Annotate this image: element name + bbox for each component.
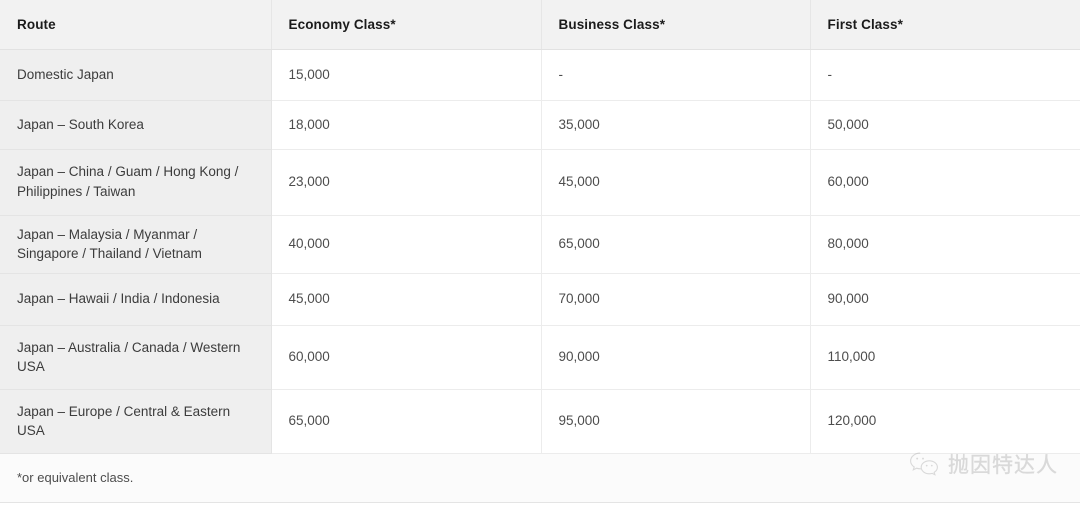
first-class-cell: - <box>810 49 1080 101</box>
route-cell: Japan – Australia / Canada / Western USA <box>0 325 272 390</box>
route-cell: Japan – China / Guam / Hong Kong / Phili… <box>0 149 272 216</box>
award-fare-table: Route Economy Class* Business Class* Fir… <box>0 0 1080 503</box>
economy-class-cell: 60,000 <box>271 325 542 390</box>
table-row: Japan – South Korea 18,000 35,000 50,000 <box>0 100 1080 150</box>
footnote-text: *or equivalent class. <box>0 452 1080 503</box>
table-row: Japan – Europe / Central & Eastern USA 6… <box>0 389 1080 454</box>
first-class-cell: 90,000 <box>810 273 1080 326</box>
economy-class-cell: 18,000 <box>271 100 542 150</box>
table-header: Route Economy Class* Business Class* Fir… <box>0 0 1080 50</box>
economy-class-cell: 15,000 <box>271 49 542 101</box>
table-row: Japan – Malaysia / Myanmar / Singapore /… <box>0 215 1080 274</box>
column-header-first: First Class* <box>810 0 1080 50</box>
economy-class-cell: 40,000 <box>271 215 542 274</box>
business-class-cell: 95,000 <box>541 389 811 454</box>
table-header-row: Route Economy Class* Business Class* Fir… <box>0 0 1080 50</box>
economy-class-cell: 45,000 <box>271 273 542 326</box>
award-chart-table-container: Route Economy Class* Business Class* Fir… <box>0 0 1080 507</box>
table-footer: *or equivalent class. <box>0 452 1080 503</box>
table-row: Japan – Hawaii / India / Indonesia 45,00… <box>0 273 1080 326</box>
table-body: Domestic Japan 15,000 - - Japan – South … <box>0 49 1080 454</box>
route-cell: Japan – Hawaii / India / Indonesia <box>0 273 272 326</box>
economy-class-cell: 23,000 <box>271 149 542 216</box>
business-class-cell: 45,000 <box>541 149 811 216</box>
business-class-cell: 90,000 <box>541 325 811 390</box>
business-class-cell: - <box>541 49 811 101</box>
first-class-cell: 60,000 <box>810 149 1080 216</box>
route-cell: Domestic Japan <box>0 49 272 101</box>
column-header-economy: Economy Class* <box>271 0 542 50</box>
business-class-cell: 70,000 <box>541 273 811 326</box>
first-class-cell: 120,000 <box>810 389 1080 454</box>
route-cell: Japan – Europe / Central & Eastern USA <box>0 389 272 454</box>
column-header-business: Business Class* <box>541 0 811 50</box>
table-row: Domestic Japan 15,000 - - <box>0 49 1080 101</box>
column-header-route: Route <box>0 0 272 50</box>
first-class-cell: 80,000 <box>810 215 1080 274</box>
economy-class-cell: 65,000 <box>271 389 542 454</box>
business-class-cell: 65,000 <box>541 215 811 274</box>
table-row: Japan – China / Guam / Hong Kong / Phili… <box>0 149 1080 216</box>
first-class-cell: 50,000 <box>810 100 1080 150</box>
table-row: Japan – Australia / Canada / Western USA… <box>0 325 1080 390</box>
business-class-cell: 35,000 <box>541 100 811 150</box>
first-class-cell: 110,000 <box>810 325 1080 390</box>
route-cell: Japan – South Korea <box>0 100 272 150</box>
footnote-row: *or equivalent class. <box>0 452 1080 503</box>
route-cell: Japan – Malaysia / Myanmar / Singapore /… <box>0 215 272 274</box>
